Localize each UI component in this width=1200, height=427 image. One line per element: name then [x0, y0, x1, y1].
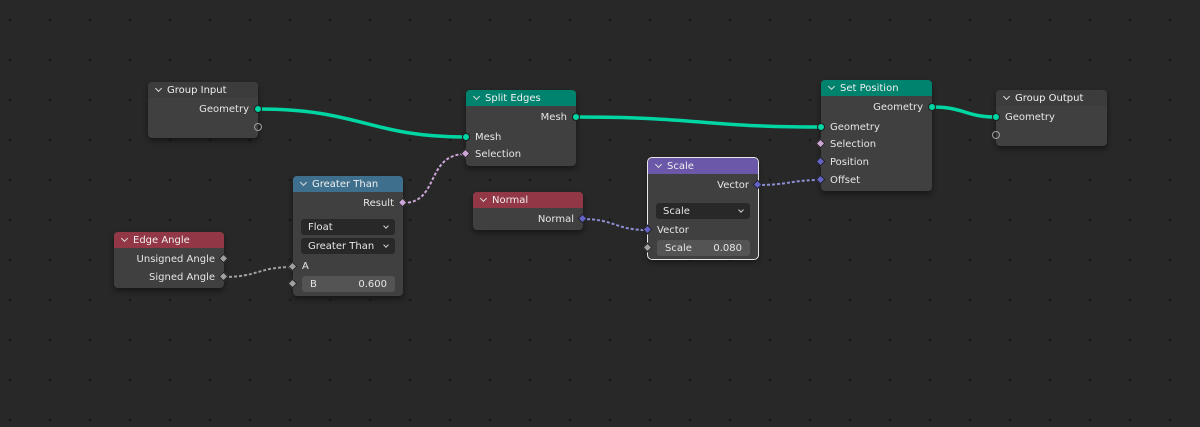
node-group-output[interactable]: Group Output Geometry: [992, 90, 1107, 146]
node-scale[interactable]: Scale Vector Scale Vector Scale 0.080: [642, 157, 763, 260]
field-value: 0.080: [713, 242, 742, 254]
chevron-down-icon: [383, 222, 389, 229]
vector-operation-dropdown[interactable]: Scale: [656, 203, 750, 219]
link-split-edges-mesh-to-set-position-geometry[interactable]: [575, 115, 822, 129]
node-title: Group Output: [1015, 92, 1084, 104]
output-row: Mesh: [466, 109, 576, 125]
mesh-input-socket[interactable]: [462, 133, 470, 141]
node-greater-than[interactable]: Greater Than Result Float Greater Than A…: [287, 176, 408, 296]
node-header[interactable]: Scale: [648, 158, 758, 174]
output-label: Signed Angle: [149, 271, 215, 283]
scale-input-socket[interactable]: [642, 242, 653, 253]
input-row: Position: [821, 154, 932, 170]
scale-value-field[interactable]: Scale 0.080: [657, 240, 750, 256]
node-links: [223, 105, 997, 278]
input-label: Geometry: [1005, 111, 1055, 123]
node-title: Set Position: [840, 82, 899, 94]
output-label: Geometry: [873, 101, 923, 113]
node-title: Edge Angle: [133, 234, 190, 246]
input-label: Selection: [830, 138, 877, 150]
collapse-chevron-icon[interactable]: [827, 82, 836, 91]
output-label: Vector: [717, 179, 749, 191]
output-label: Unsigned Angle: [136, 253, 215, 265]
data-type-dropdown[interactable]: Float: [301, 219, 395, 235]
output-row: Geometry: [821, 99, 932, 115]
input-row: A: [293, 258, 403, 274]
output-row: Vector: [648, 177, 758, 193]
node-title: Greater Than: [312, 178, 379, 190]
input-row: Mesh: [466, 129, 576, 145]
collapse-chevron-icon[interactable]: [154, 84, 163, 93]
node-group-input[interactable]: Group Input Geometry: [148, 82, 262, 138]
link-group-input-geometry-to-split-edges-mesh[interactable]: [257, 107, 467, 139]
collapse-chevron-icon[interactable]: [479, 194, 488, 203]
field-label: Scale: [665, 242, 692, 254]
chevron-down-icon: [738, 206, 744, 213]
link-normal-to-scale-vector[interactable]: [581, 218, 648, 231]
input-label: Position: [830, 156, 869, 168]
node-title: Scale: [667, 160, 694, 172]
node-split-edges[interactable]: Split Edges Mesh Mesh Selection: [460, 90, 580, 166]
output-row: Geometry: [148, 101, 258, 117]
dropdown-value: Float: [308, 221, 333, 233]
node-header[interactable]: Split Edges: [466, 90, 576, 106]
node-title: Group Input: [167, 84, 227, 96]
input-label: Geometry: [830, 121, 880, 133]
output-row: Result: [293, 195, 403, 211]
link-greater-than-result-to-split-edges-selection[interactable]: [402, 153, 467, 204]
input-row: Offset: [821, 172, 932, 188]
output-label: Mesh: [540, 111, 567, 123]
node-normal[interactable]: Normal Normal: [473, 192, 588, 230]
collapse-chevron-icon[interactable]: [299, 178, 308, 187]
node-header[interactable]: Normal: [473, 192, 583, 208]
link-edge-angle-signed-to-greater-than-a[interactable]: [223, 266, 294, 278]
geometry-output-socket[interactable]: [254, 105, 262, 113]
link-scale-vector-to-set-position-offset[interactable]: [756, 179, 822, 186]
input-label: Offset: [830, 174, 861, 186]
collapse-chevron-icon[interactable]: [654, 160, 663, 169]
mesh-output-socket[interactable]: [572, 113, 580, 121]
node-title: Split Edges: [485, 92, 541, 104]
link-set-position-geometry-to-group-output-geometry[interactable]: [931, 105, 997, 119]
input-row: Selection: [821, 136, 932, 152]
b-value-field[interactable]: B 0.600: [302, 276, 395, 292]
geometry-input-socket[interactable]: [992, 113, 1000, 121]
output-label: Geometry: [199, 103, 249, 115]
output-label: Normal: [537, 213, 574, 225]
chevron-down-icon: [383, 241, 389, 248]
geometry-input-socket[interactable]: [817, 123, 825, 131]
dropdown-value: Greater Than: [308, 240, 375, 252]
input-row: Geometry: [996, 109, 1107, 125]
empty-output-socket[interactable]: [254, 123, 262, 131]
node-header[interactable]: Group Output: [996, 90, 1107, 106]
node-set-position[interactable]: Set Position Geometry Geometry Selection…: [815, 80, 936, 191]
input-label: A: [302, 260, 309, 272]
input-label: Vector: [657, 224, 689, 236]
input-row: Selection: [466, 146, 576, 162]
input-label: Selection: [475, 148, 522, 160]
input-row: Geometry: [821, 119, 932, 135]
b-input-socket[interactable]: [287, 278, 298, 289]
node-edge-angle[interactable]: Edge Angle Unsigned Angle Signed Angle: [114, 232, 229, 288]
node-header[interactable]: Group Input: [148, 82, 258, 98]
output-row: Signed Angle: [114, 269, 224, 285]
input-row: Vector: [648, 222, 758, 238]
geometry-output-socket[interactable]: [928, 103, 936, 111]
dropdown-value: Scale: [663, 205, 690, 217]
node-header[interactable]: Set Position: [821, 80, 932, 96]
field-value: 0.600: [358, 278, 387, 290]
collapse-chevron-icon[interactable]: [1002, 92, 1011, 101]
output-row: Normal: [473, 211, 583, 227]
output-label: Result: [363, 197, 394, 209]
node-header[interactable]: Greater Than: [293, 176, 403, 192]
empty-input-socket[interactable]: [992, 131, 1000, 139]
node-title: Normal: [492, 194, 529, 206]
input-label: Mesh: [475, 131, 502, 143]
output-row: Unsigned Angle: [114, 251, 224, 267]
operation-dropdown[interactable]: Greater Than: [301, 238, 395, 254]
node-header[interactable]: Edge Angle: [114, 232, 224, 248]
collapse-chevron-icon[interactable]: [472, 92, 481, 101]
field-label: B: [310, 278, 317, 290]
collapse-chevron-icon[interactable]: [120, 234, 129, 243]
